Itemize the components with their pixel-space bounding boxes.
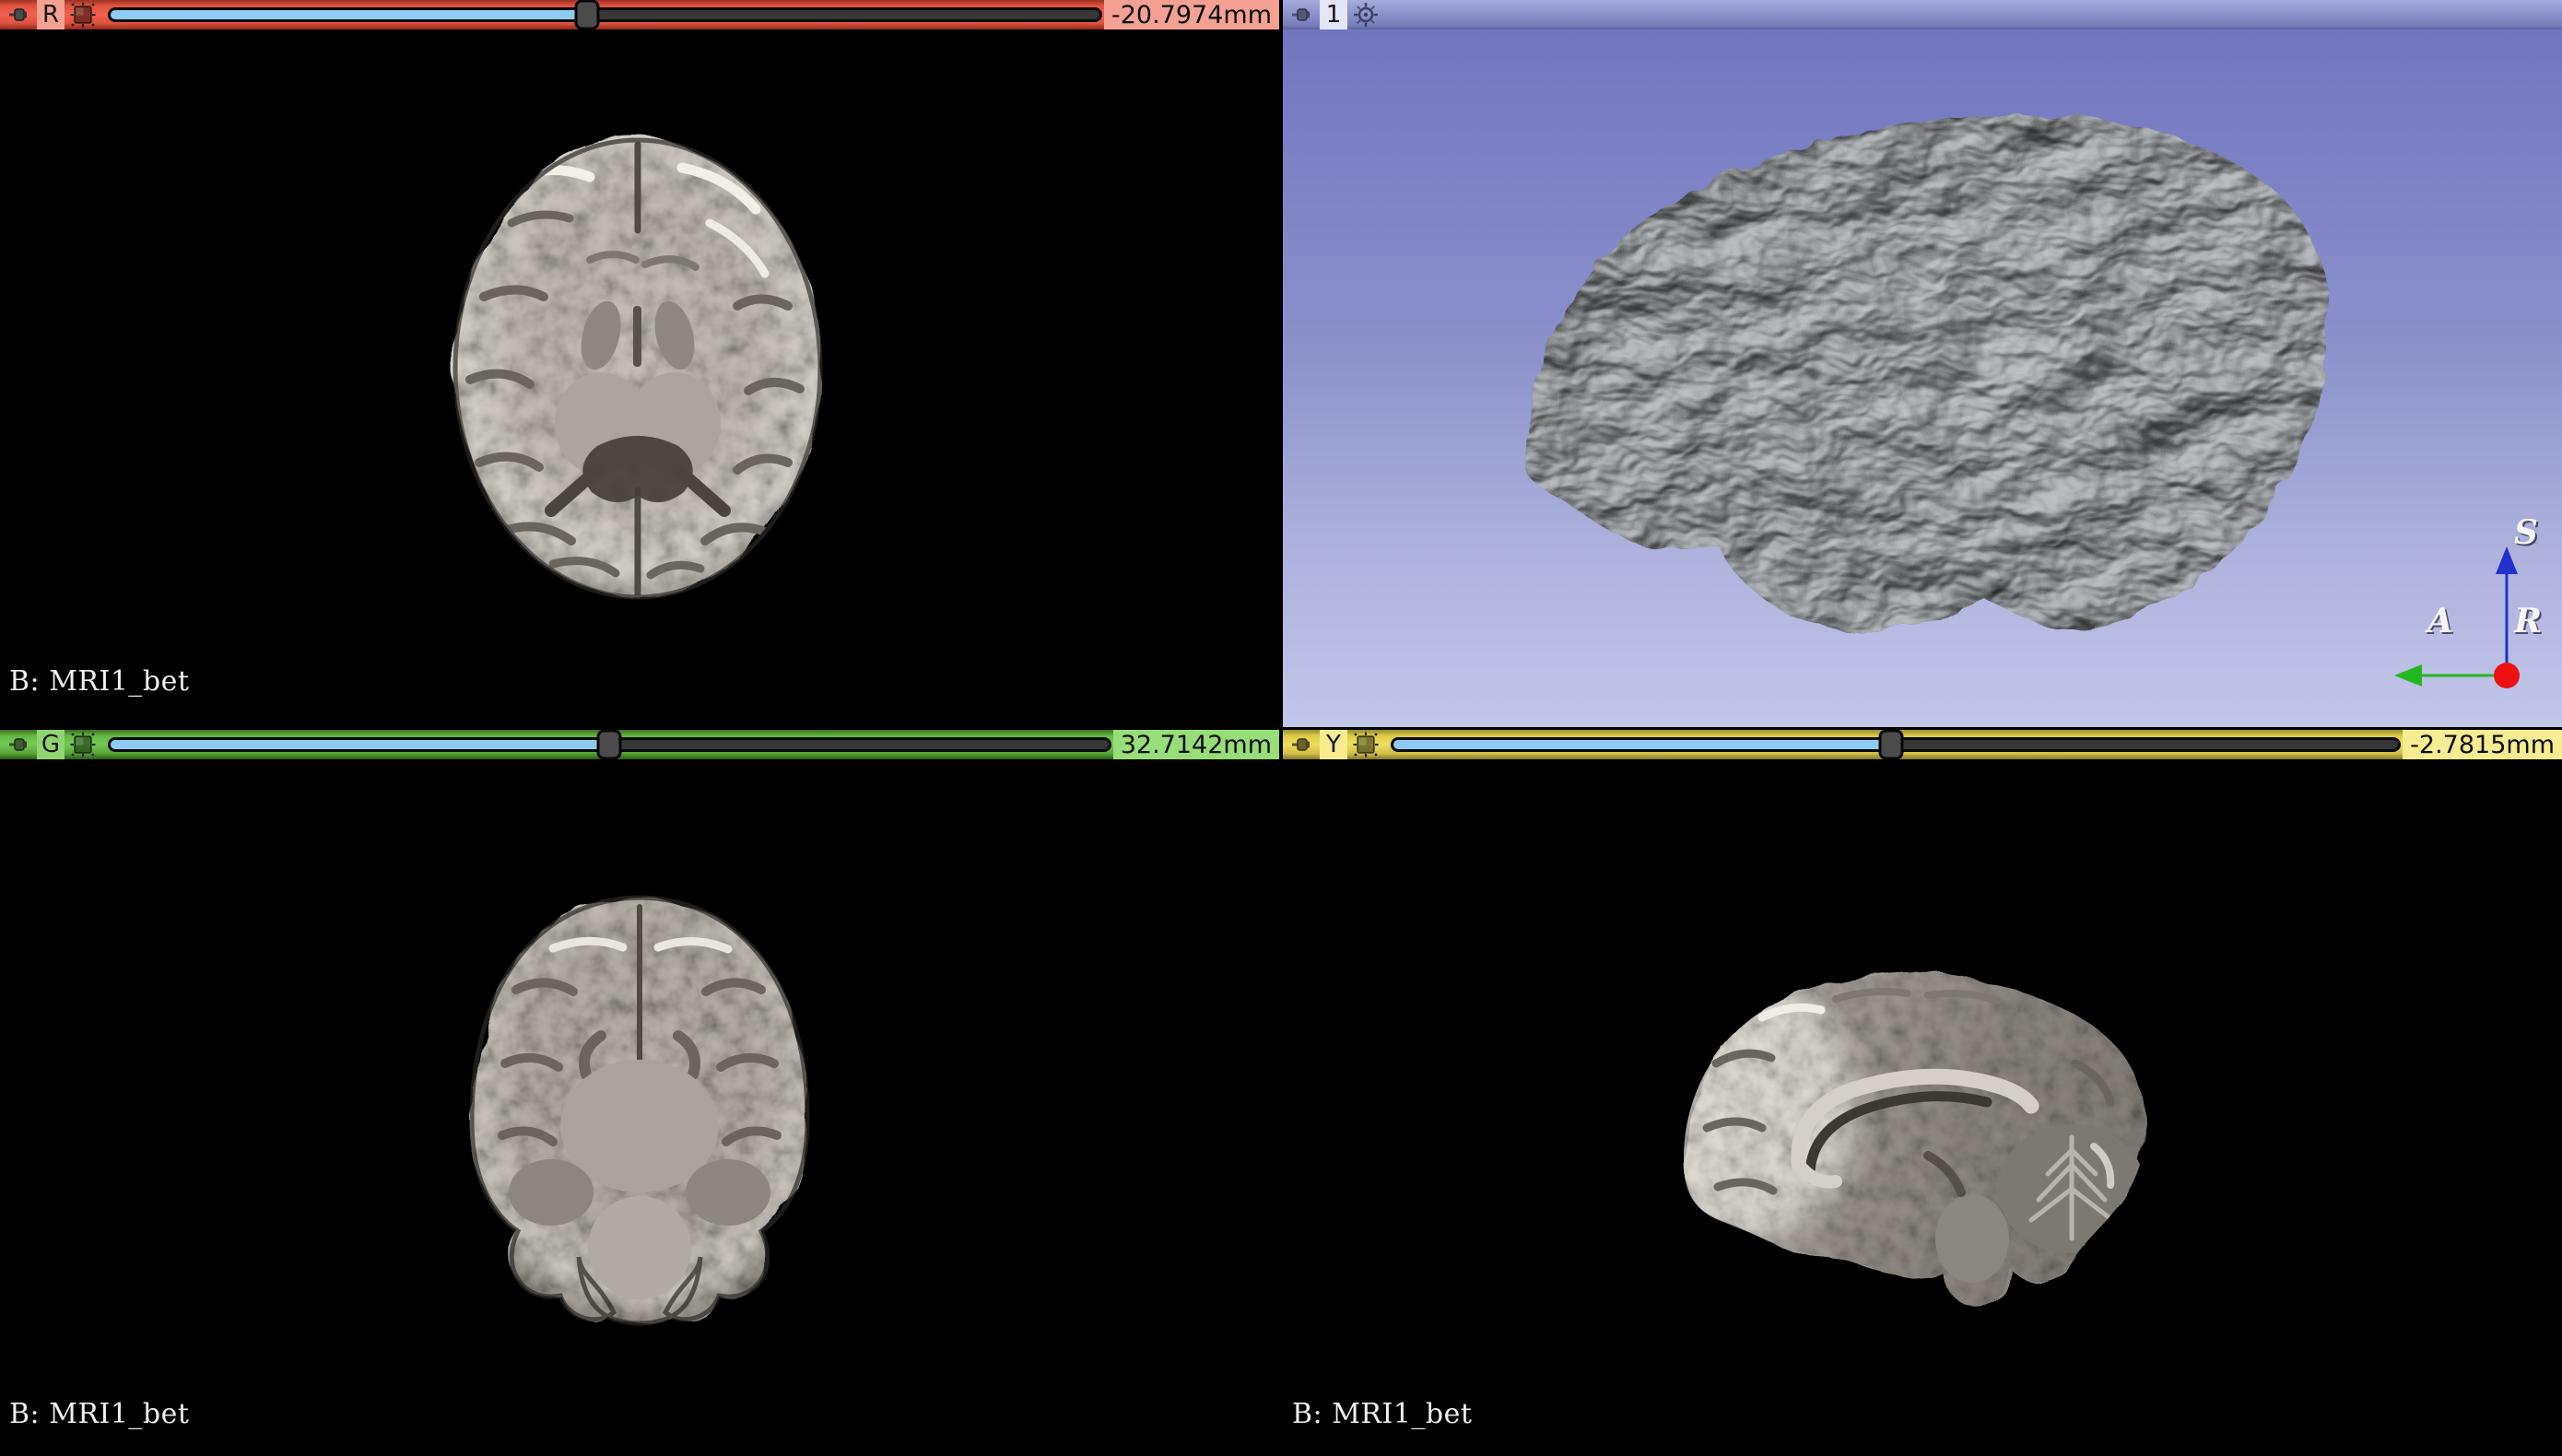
pin-button[interactable] xyxy=(7,3,31,27)
slider-track[interactable] xyxy=(108,7,1102,22)
volume-label: B: MRI1_bet xyxy=(9,1398,189,1430)
pin-icon xyxy=(7,3,31,27)
green-slice-panel: G 32.7142mm xyxy=(0,730,1279,1456)
crosshair-icon xyxy=(1352,1,1380,29)
sagittal-brain-image xyxy=(1283,759,2562,1456)
green-slice-controller: G 32.7142mm xyxy=(0,730,1279,759)
slider-handle[interactable] xyxy=(597,730,622,760)
threed-controller: 1 xyxy=(1283,0,2562,29)
red-slice-controller: R -20.7974mm xyxy=(0,0,1279,29)
coronal-viewport[interactable]: B: MRI1_bet xyxy=(0,759,1279,1456)
slice-visibility-button[interactable] xyxy=(69,731,97,758)
axis-label-right: R xyxy=(2514,602,2542,640)
pin-button[interactable] xyxy=(1290,733,1314,757)
slice-offset-value: -2.7815mm xyxy=(2403,730,2562,759)
slice-intersection-icon xyxy=(1352,731,1380,758)
axis-label-superior: S xyxy=(2514,513,2538,552)
slice-offset-value: -20.7974mm xyxy=(1104,0,1279,29)
view-label-yellow[interactable]: Y xyxy=(1320,730,1347,759)
pin-button[interactable] xyxy=(7,733,31,757)
view-label-3d[interactable]: 1 xyxy=(1320,0,1347,29)
crosshair-button[interactable] xyxy=(1352,1,1380,29)
pin-icon xyxy=(7,733,31,757)
slice-visibility-button[interactable] xyxy=(1352,731,1380,758)
sagittal-viewport[interactable]: B: MRI1_bet xyxy=(1283,759,2562,1456)
yellow-slice-panel: Y -2.7815mm xyxy=(1283,730,2562,1456)
slider-fill xyxy=(111,10,587,19)
threed-panel: 1 xyxy=(1283,0,2562,727)
slice-intersection-icon xyxy=(69,1,97,29)
slice-offset-slider[interactable] xyxy=(108,730,1111,759)
threed-brain-rendering xyxy=(1283,29,2562,727)
axis-label-anterior: A xyxy=(2427,602,2453,640)
threed-viewport[interactable]: S A R xyxy=(1283,29,2562,727)
slice-offset-value: 32.7142mm xyxy=(1113,730,1279,759)
pin-icon xyxy=(1290,733,1314,757)
slice-intersection-icon xyxy=(69,731,97,758)
slider-fill xyxy=(111,740,609,749)
pin-icon xyxy=(1290,3,1314,27)
volume-label: B: MRI1_bet xyxy=(1292,1398,1472,1430)
view-label-green[interactable]: G xyxy=(37,730,65,759)
slider-handle[interactable] xyxy=(575,0,600,30)
coronal-brain-image xyxy=(0,759,1279,1456)
slider-fill xyxy=(1393,740,1891,749)
volume-label: B: MRI1_bet xyxy=(9,665,189,698)
orientation-axes: S A R xyxy=(2380,521,2555,705)
pin-button[interactable] xyxy=(1290,3,1314,27)
slicer-fourup-view: R -20.7974mm xyxy=(0,0,2562,1456)
view-label-red[interactable]: R xyxy=(37,0,65,29)
slider-handle[interactable] xyxy=(1878,730,1903,760)
slice-offset-slider[interactable] xyxy=(1391,730,2401,759)
yellow-slice-controller: Y -2.7815mm xyxy=(1283,730,2562,759)
slice-offset-slider[interactable] xyxy=(108,0,1102,29)
axial-viewport[interactable]: B: MRI1_bet xyxy=(0,29,1279,727)
red-slice-panel: R -20.7974mm xyxy=(0,0,1279,727)
slice-visibility-button[interactable] xyxy=(69,1,97,29)
axial-brain-image xyxy=(0,29,1279,727)
